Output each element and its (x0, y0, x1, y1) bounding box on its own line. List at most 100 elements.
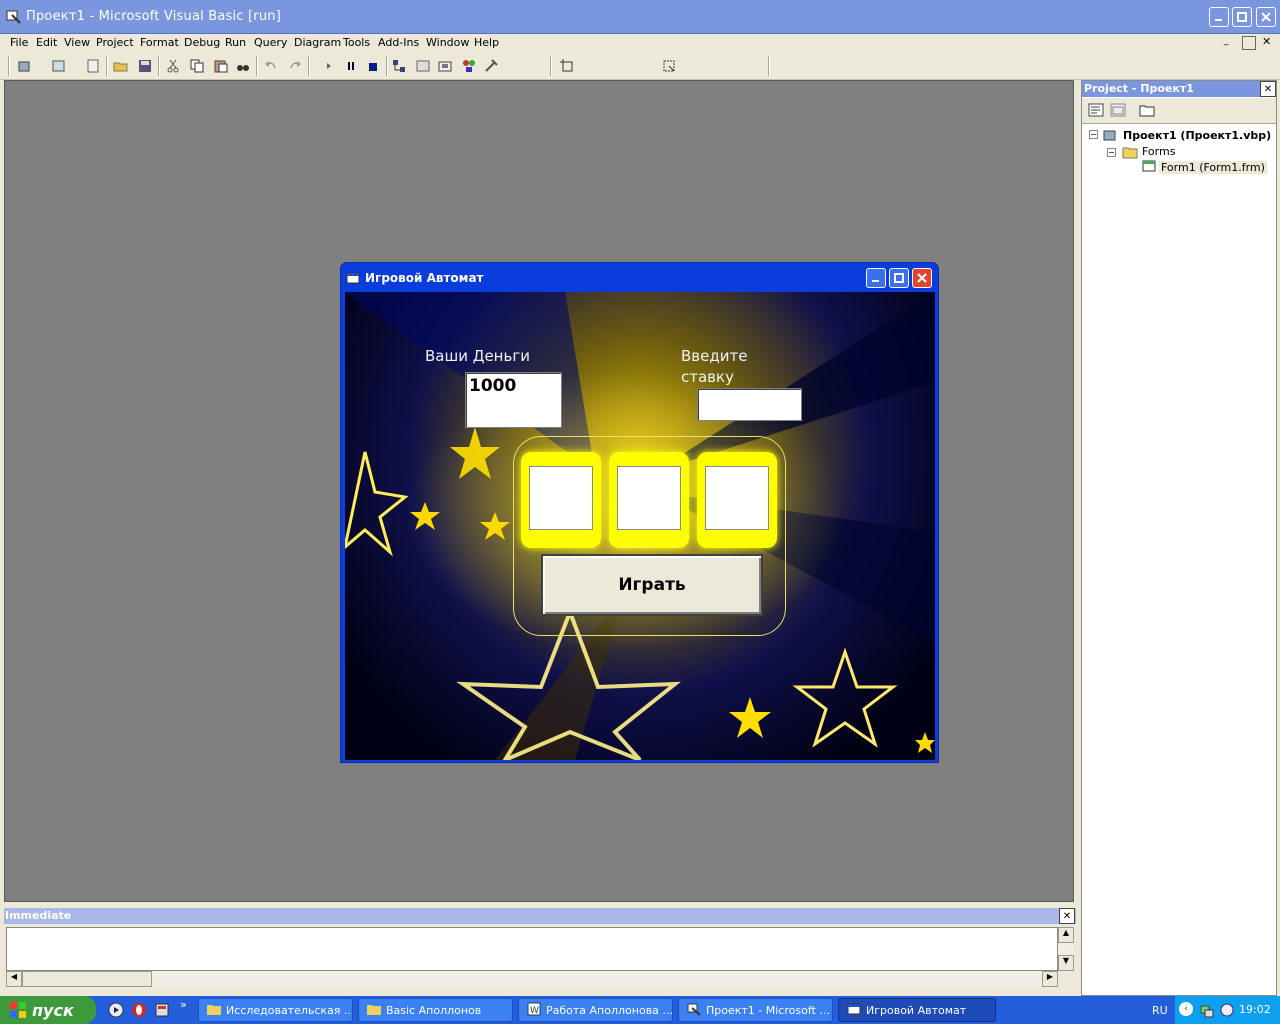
bet-label-line1: Введите (681, 347, 748, 365)
add-project-icon[interactable] (16, 57, 34, 75)
form-file-label[interactable]: Form1 (Form1.frm) (1159, 161, 1267, 174)
cut-icon[interactable] (164, 57, 182, 75)
toolbox-icon[interactable] (482, 57, 500, 75)
scroll-down-icon[interactable]: ▼ (1058, 955, 1074, 971)
end-icon[interactable] (364, 57, 382, 75)
language-indicator[interactable]: RU (1152, 1004, 1168, 1017)
play-button[interactable]: Играть (541, 554, 763, 616)
money-field[interactable]: 1000 (465, 372, 562, 428)
task-folder-research[interactable]: Исследовательская ... (198, 998, 353, 1022)
quicklaunch-more-icon[interactable]: » (180, 998, 187, 1011)
hscroll-thumb[interactable] (22, 971, 152, 987)
mdi-close-icon[interactable]: ✕ (1262, 35, 1271, 48)
mdi-restore-icon[interactable] (1242, 36, 1256, 50)
money-label: Ваши Деньги (425, 347, 530, 365)
menu-project[interactable]: Project (96, 36, 134, 49)
form-size-icon (660, 57, 678, 75)
add-form-icon[interactable] (50, 57, 68, 75)
windows-logo-icon (10, 1002, 26, 1018)
project-explorer-titlebar: Project - Проект1 (1082, 81, 1276, 97)
menu-file[interactable]: File (10, 36, 28, 49)
bet-input[interactable] (697, 388, 802, 421)
view-object-icon[interactable] (1110, 103, 1126, 120)
quicklaunch-media-icon[interactable] (108, 1002, 124, 1021)
task-folder-basic[interactable]: Basic Аполлонов (358, 998, 513, 1022)
quicklaunch-app-icon[interactable] (154, 1002, 170, 1021)
scroll-right-icon[interactable]: ▶ (1042, 971, 1058, 987)
menu-view[interactable]: View (64, 36, 90, 49)
menu-format[interactable]: Format (140, 36, 179, 49)
menu-debug[interactable]: Debug (184, 36, 220, 49)
clock[interactable]: 19:02 (1239, 1003, 1271, 1016)
start-label: пуск (32, 1000, 74, 1020)
immediate-text-area[interactable] (6, 927, 1058, 971)
menu-edit[interactable]: Edit (36, 36, 57, 49)
form-maximize-button[interactable] (889, 268, 909, 288)
tree-expand-forms-icon[interactable]: − (1107, 148, 1116, 157)
break-icon[interactable] (342, 57, 360, 75)
form-title: Игровой Автомат (365, 271, 484, 285)
tree-expand-root-icon[interactable]: − (1089, 130, 1098, 139)
menu-run[interactable]: Run (225, 36, 246, 49)
form-close-button[interactable] (912, 268, 932, 288)
immediate-close-icon[interactable]: ✕ (1059, 908, 1075, 924)
immediate-vscroll[interactable]: ▲ ▼ (1058, 927, 1074, 971)
tray-network-icon[interactable] (1199, 1002, 1215, 1021)
view-code-icon[interactable] (1088, 103, 1104, 120)
start-button[interactable]: пуск (0, 996, 96, 1024)
menu-bar: File Edit View Project Format Debug Run … (0, 34, 1280, 52)
project-explorer: Project - Проект1 ✕ − Проект1 (Проект1.v… (1081, 80, 1277, 996)
close-button[interactable] (1256, 7, 1276, 27)
menu-diagram[interactable]: Diagram (294, 36, 341, 49)
form-icon (346, 272, 360, 287)
task-label-2: Basic Аполлонов (386, 1003, 482, 1017)
quicklaunch-opera-icon[interactable] (131, 1002, 147, 1021)
slot-window-1 (529, 466, 593, 530)
taskbar: пуск » Исследовательская ... Basic Аполл… (0, 996, 1280, 1024)
redo-icon[interactable] (286, 57, 304, 75)
mdi-min-icon[interactable]: _ (1224, 36, 1238, 50)
menu-add-ins[interactable]: Add-Ins (378, 36, 419, 49)
menu-window[interactable]: Window (426, 36, 469, 49)
paste-icon[interactable] (212, 57, 230, 75)
project-root-label[interactable]: Проект1 (Проект1.vbp) (1123, 129, 1271, 142)
undo-icon[interactable] (262, 57, 280, 75)
project-explorer-icon[interactable] (390, 57, 408, 75)
object-browser-icon[interactable] (460, 57, 478, 75)
task-label-4: Проект1 - Microsoft ... (706, 1003, 830, 1017)
form-minimize-button[interactable] (866, 268, 886, 288)
menu-tools[interactable]: Tools (343, 36, 370, 49)
project-explorer-close-icon[interactable]: ✕ (1260, 81, 1276, 97)
menu-editor-icon[interactable] (84, 57, 102, 75)
forms-folder-label[interactable]: Forms (1142, 145, 1175, 158)
folder-icon (367, 1003, 381, 1018)
minimize-button[interactable] (1209, 7, 1229, 27)
project-explorer-title: Project - Проект1 (1084, 82, 1194, 95)
menu-query[interactable]: Query (254, 36, 287, 49)
properties-window-icon[interactable] (414, 57, 432, 75)
maximize-button[interactable] (1232, 7, 1252, 27)
immediate-hscroll[interactable]: ◀ ▶ (6, 971, 1058, 987)
main-titlebar: Проект1 - Microsoft Visual Basic [run] (0, 0, 1280, 34)
menu-help[interactable]: Help (474, 36, 499, 49)
form-layout-icon[interactable] (436, 57, 454, 75)
save-project-icon[interactable] (136, 57, 154, 75)
tray-arrow-icon[interactable]: ‹ (1179, 1002, 1193, 1016)
task-label-1: Исследовательская ... (226, 1003, 353, 1017)
copy-icon[interactable] (188, 57, 206, 75)
task-word-document[interactable]: W Работа Аполлонова ... (518, 998, 673, 1022)
slot-reel-3 (697, 452, 777, 548)
form-file-icon (1142, 160, 1156, 175)
find-icon[interactable] (234, 57, 252, 75)
toggle-folders-icon[interactable] (1139, 103, 1155, 120)
folder-icon (207, 1003, 221, 1018)
svg-text:W: W (530, 1006, 539, 1016)
tray-messenger-icon[interactable] (1219, 1002, 1235, 1021)
slot-window-2 (617, 466, 681, 530)
task-game-form[interactable]: Игровой Автомат (838, 998, 996, 1022)
task-vb-ide[interactable]: Проект1 - Microsoft ... (678, 998, 833, 1022)
open-project-icon[interactable] (112, 57, 130, 75)
start-icon[interactable] (320, 57, 338, 75)
scroll-left-icon[interactable]: ◀ (6, 971, 22, 987)
scroll-up-icon[interactable]: ▲ (1058, 927, 1074, 943)
